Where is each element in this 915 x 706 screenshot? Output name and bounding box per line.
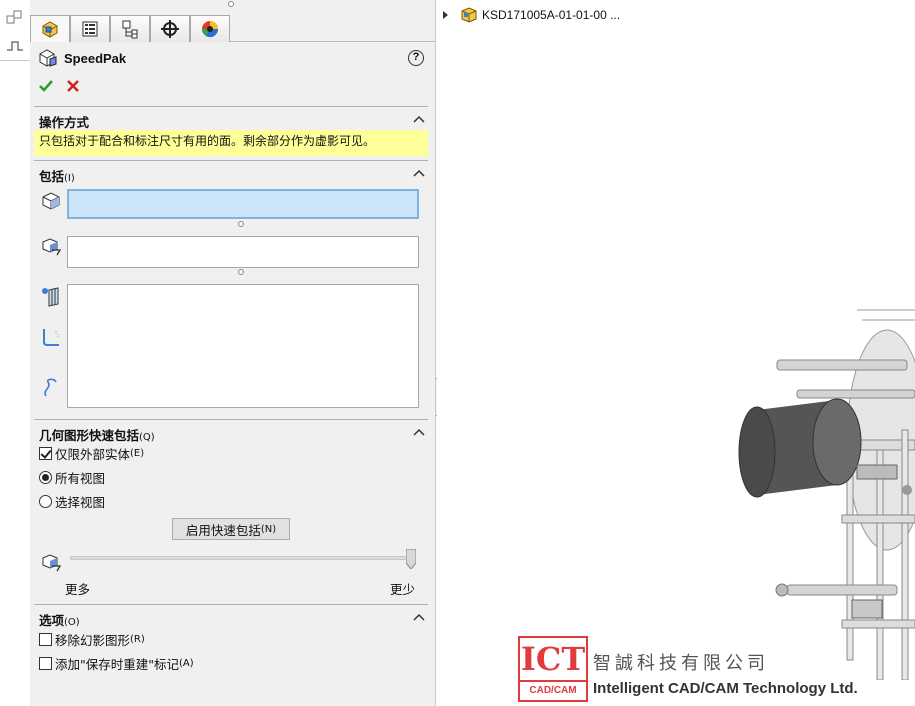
enable-quick-include-shortcut: (N) (260, 523, 277, 535)
ok-check-icon[interactable] (38, 78, 54, 94)
tab-configurationmanager[interactable] (110, 15, 150, 42)
quick-include-group-shortcut: (Q) (139, 432, 155, 443)
faces-selection-box[interactable] (67, 236, 419, 268)
propertymanager-tab-icon (82, 21, 98, 37)
message-group-title: 操作方式 (39, 115, 90, 130)
slider-max-label: 更少 (390, 582, 416, 597)
external-bodies-only-shortcut: (E) (130, 447, 145, 459)
tab-displaymanager[interactable] (190, 15, 230, 42)
include-group-shortcut: (I) (64, 173, 75, 184)
property-manager-panel: SpeedPak ? 操作方式 只包括对于配合和标注尺寸有用的面。剩余部分作为虚… (30, 0, 436, 706)
remove-ghost-shortcut: (R) (130, 633, 145, 645)
group-divider (34, 419, 428, 420)
property-manager-header: SpeedPak ? (38, 48, 428, 68)
message-box: 只包括对于配合和标注尺寸有用的面。剩余部分作为虚影可见。 (34, 130, 428, 156)
selected-views-radio[interactable] (39, 494, 52, 508)
chevron-up-icon[interactable] (413, 168, 425, 178)
reference-geometry-icon (42, 287, 59, 307)
group-divider (34, 604, 428, 605)
tab-featuremanager[interactable] (30, 15, 70, 42)
company-watermark: ICT CAD/CAM 智誠科技有限公司 Intelligent CAD/CAM… (518, 636, 915, 706)
speedpak-icon (39, 49, 57, 67)
strip-divider (0, 60, 30, 61)
tab-dimxpert[interactable] (150, 15, 190, 42)
sketch-edge-icon (43, 329, 59, 346)
add-rebuild-mark-checkbox[interactable] (39, 656, 52, 670)
selection-box-resize-handle[interactable] (238, 269, 244, 275)
cancel-x-icon[interactable] (65, 78, 81, 94)
external-bodies-only-label: 仅限外部实体 (55, 446, 131, 462)
panel-resize-handle[interactable] (228, 1, 234, 7)
face-selection-icon (42, 238, 62, 256)
remove-ghost-label: 移除幻影图形 (55, 632, 131, 648)
add-rebuild-mark-checkbox-row[interactable]: 添加"保存时重建"标记 (A) (39, 654, 194, 672)
options-group-shortcut: (O) (64, 617, 80, 628)
assembly-model-image[interactable] (737, 290, 915, 680)
options-group-label: 选项 (39, 613, 65, 628)
ict-logo-subtext: CAD/CAM (518, 680, 588, 702)
reference-geometry-selection-box[interactable] (67, 284, 419, 408)
all-views-radio-row[interactable]: 所有视图 (39, 468, 105, 486)
quick-include-group-label: 几何图形快速包括 (39, 428, 140, 443)
manager-tab-bar (30, 15, 436, 42)
face-selection-icon (42, 554, 62, 572)
components-selection-box[interactable] (67, 189, 419, 219)
all-views-radio[interactable] (39, 470, 52, 484)
flyout-tree-root[interactable]: KSD171005A-01-01-00 ... (443, 6, 620, 24)
external-bodies-only-checkbox-row[interactable]: 仅限外部实体 (E) (39, 444, 144, 462)
options-group-title: 选项(O) (39, 610, 80, 629)
selected-views-label: 选择视图 (55, 494, 106, 510)
group-divider (34, 106, 428, 107)
quick-include-slider-thumb[interactable] (406, 549, 416, 569)
enable-quick-include-button[interactable]: 启用快速包括 (N) (172, 518, 290, 540)
step-icon[interactable] (5, 36, 25, 54)
chevron-up-icon[interactable] (413, 427, 425, 437)
display-manager-tab-icon (201, 21, 219, 38)
graphics-area[interactable]: KSD171005A-01-01-00 ... (437, 0, 915, 706)
remove-ghost-checkbox-row[interactable]: 移除幻影图形 (R) (39, 630, 145, 648)
tab-propertymanager[interactable] (70, 15, 110, 42)
dimxpert-tab-icon (161, 20, 179, 38)
selection-box-resize-handle[interactable] (238, 221, 244, 227)
configurationmanager-tab-icon (122, 20, 138, 39)
left-toolbar-strip (0, 0, 30, 706)
enable-quick-include-label: 启用快速包括 (185, 522, 261, 538)
expand-arrow-icon[interactable] (443, 11, 448, 19)
assembly-icon (461, 7, 477, 23)
slider-min-label: 更多 (65, 582, 91, 597)
component-cube-icon (42, 192, 60, 210)
selected-views-radio-row[interactable]: 选择视图 (39, 492, 105, 510)
external-bodies-only-checkbox[interactable] (39, 446, 52, 460)
featuremanager-tab-icon (42, 21, 58, 38)
company-name-english: Intelligent CAD/CAM Technology Ltd. (593, 680, 858, 697)
assembly-name: KSD171005A-01-01-00 ... (482, 8, 621, 22)
chevron-up-icon[interactable] (413, 114, 425, 124)
quick-include-group-title: 几何图形快速包括(Q) (39, 425, 155, 444)
group-divider (34, 160, 428, 161)
chevron-up-icon[interactable] (413, 612, 425, 622)
add-rebuild-mark-label: 添加"保存时重建"标记 (55, 656, 179, 672)
quick-include-slider-track[interactable] (70, 556, 412, 560)
remove-ghost-checkbox[interactable] (39, 632, 52, 646)
include-group-label: 包括 (39, 169, 65, 184)
add-rebuild-mark-shortcut: (A) (179, 657, 194, 669)
curve-icon (44, 378, 57, 397)
help-icon[interactable]: ? (408, 50, 424, 66)
include-group-title: 包括(I) (39, 166, 75, 185)
assembly-mini-icon[interactable] (5, 8, 25, 26)
company-name-chinese: 智誠科技有限公司 (593, 653, 769, 674)
all-views-label: 所有视图 (55, 470, 106, 486)
ict-logo: ICT CAD/CAM (518, 636, 588, 706)
page-title: SpeedPak (64, 51, 127, 66)
ict-logo-text: ICT (518, 636, 588, 680)
